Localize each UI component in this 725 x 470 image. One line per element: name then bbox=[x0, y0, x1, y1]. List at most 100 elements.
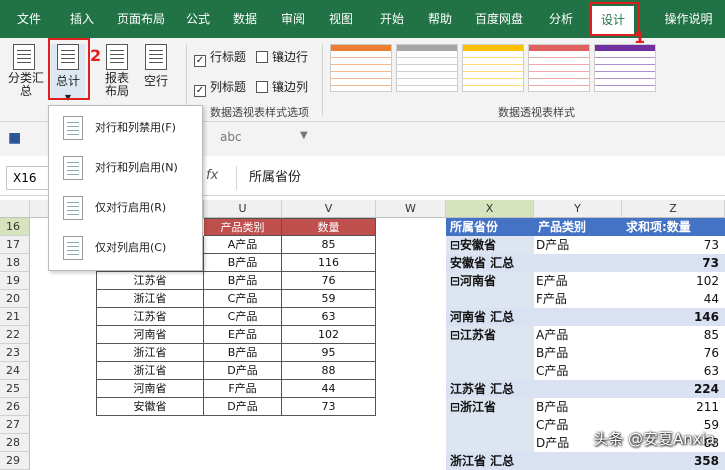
menu-item-0[interactable]: 对行和列禁用(F) bbox=[55, 112, 199, 144]
tab-5[interactable]: 审阅 bbox=[272, 0, 314, 38]
table-cell[interactable]: 116 bbox=[282, 254, 376, 272]
pivot-category[interactable]: A产品 bbox=[534, 326, 622, 344]
pivot-value[interactable]: 73 bbox=[622, 254, 725, 272]
table-cell[interactable]: 59 bbox=[282, 290, 376, 308]
table-cell[interactable]: 102 bbox=[282, 326, 376, 344]
pivot-category[interactable]: E产品 bbox=[534, 272, 622, 290]
pivot-subtotal-label[interactable]: 江苏省 汇总 bbox=[446, 380, 534, 398]
pivot-category[interactable]: C产品 bbox=[534, 362, 622, 380]
pivot-value[interactable]: 63 bbox=[622, 362, 725, 380]
pivot-category[interactable] bbox=[534, 308, 622, 326]
pivot-row-label[interactable]: ⊟安徽省 bbox=[446, 236, 534, 254]
row-header[interactable]: 25 bbox=[0, 380, 30, 398]
col-header-v[interactable]: V bbox=[282, 200, 376, 218]
table-cell[interactable]: B产品 bbox=[204, 254, 282, 272]
pivot-value[interactable]: 76 bbox=[622, 344, 725, 362]
table-cell[interactable]: 85 bbox=[282, 236, 376, 254]
table-cell[interactable]: 河南省 bbox=[96, 380, 204, 398]
tell-me-search[interactable]: 操作说明 bbox=[652, 0, 725, 38]
table-cell[interactable]: 44 bbox=[282, 380, 376, 398]
pivot-style-swatch[interactable] bbox=[396, 44, 458, 92]
tab-1[interactable]: 插入 bbox=[60, 0, 104, 38]
tab-3[interactable]: 公式 bbox=[178, 0, 218, 38]
row-header[interactable]: 19 bbox=[0, 272, 30, 290]
tab-9[interactable]: 百度网盘 bbox=[466, 0, 532, 38]
pivot-style-swatch[interactable] bbox=[462, 44, 524, 92]
table-cell[interactable]: 浙江省 bbox=[96, 290, 204, 308]
row-headers-checkbox[interactable]: ✓ 行标题 bbox=[194, 48, 246, 67]
pivot-row-label[interactable]: ⊟河南省 bbox=[446, 272, 534, 290]
menu-item-1[interactable]: 对行和列启用(N) bbox=[55, 152, 199, 184]
pivot-style-swatch[interactable] bbox=[330, 44, 392, 92]
pivot-row-label[interactable]: ⊟江苏省 bbox=[446, 326, 534, 344]
pivot-row-label[interactable] bbox=[446, 434, 534, 452]
col-headers-checkbox[interactable]: ✓ 列标题 bbox=[194, 78, 246, 97]
table-cell[interactable]: 73 bbox=[282, 398, 376, 416]
pivot-header[interactable]: 求和项:数量 bbox=[622, 218, 725, 236]
pivot-subtotal-label[interactable]: 河南省 汇总 bbox=[446, 308, 534, 326]
pivot-value[interactable]: 358 bbox=[622, 452, 725, 470]
table-cell[interactable]: C产品 bbox=[204, 308, 282, 326]
menu-item-2[interactable]: 仅对行启用(R) bbox=[55, 192, 199, 224]
blank-rows-button[interactable]: 空行 bbox=[140, 44, 172, 89]
table-cell[interactable]: 河南省 bbox=[96, 326, 204, 344]
row-header[interactable]: 22 bbox=[0, 326, 30, 344]
row-header[interactable]: 21 bbox=[0, 308, 30, 326]
col-header-w[interactable]: W bbox=[376, 200, 446, 218]
formula-input[interactable]: 所属省份 bbox=[236, 166, 716, 190]
pivot-subtotal-label[interactable]: 浙江省 汇总 bbox=[446, 452, 534, 470]
tab-6[interactable]: 视图 bbox=[320, 0, 362, 38]
table-cell[interactable]: D产品 bbox=[204, 362, 282, 380]
pivot-category[interactable]: B产品 bbox=[534, 344, 622, 362]
pivot-value[interactable]: 44 bbox=[622, 290, 725, 308]
pivot-row-label[interactable] bbox=[446, 416, 534, 434]
table-cell[interactable]: F产品 bbox=[204, 380, 282, 398]
pivot-header[interactable]: 所属省份 bbox=[446, 218, 534, 236]
table-cell[interactable]: D产品 bbox=[204, 398, 282, 416]
row-header[interactable]: 27 bbox=[0, 416, 30, 434]
pivot-value[interactable]: 85 bbox=[622, 326, 725, 344]
corner-cell[interactable] bbox=[0, 200, 30, 218]
col-header-x[interactable]: X bbox=[446, 200, 534, 218]
pivot-row-label[interactable] bbox=[446, 362, 534, 380]
tab-8[interactable]: 帮助 bbox=[420, 0, 460, 38]
banded-cols-checkbox[interactable]: 镶边列 bbox=[256, 78, 308, 95]
tab-2[interactable]: 页面布局 bbox=[110, 0, 172, 38]
table-cell[interactable]: 安徽省 bbox=[96, 398, 204, 416]
table-cell[interactable]: 江苏省 bbox=[96, 308, 204, 326]
table-cell[interactable]: B产品 bbox=[204, 272, 282, 290]
table-header[interactable]: 数量 bbox=[282, 218, 376, 236]
row-header[interactable]: 23 bbox=[0, 344, 30, 362]
tab-0[interactable]: 文件 bbox=[4, 0, 54, 38]
row-header[interactable]: 18 bbox=[0, 254, 30, 272]
pivot-style-swatch[interactable] bbox=[528, 44, 590, 92]
pivot-category[interactable] bbox=[534, 452, 622, 470]
qat-dropdown-icon[interactable]: ▼ bbox=[300, 130, 308, 141]
tab-4[interactable]: 数据 bbox=[224, 0, 266, 38]
pivot-category[interactable]: D产品 bbox=[534, 236, 622, 254]
pivot-row-label[interactable] bbox=[446, 344, 534, 362]
pivot-value[interactable]: 73 bbox=[622, 236, 725, 254]
pivot-style-swatch[interactable] bbox=[594, 44, 656, 92]
table-cell[interactable]: 63 bbox=[282, 308, 376, 326]
pivot-row-label[interactable] bbox=[446, 290, 534, 308]
pivot-category[interactable]: B产品 bbox=[534, 398, 622, 416]
table-cell[interactable]: E产品 bbox=[204, 326, 282, 344]
fx-icon[interactable]: fx bbox=[206, 168, 218, 183]
sort-icon[interactable]: abc bbox=[220, 130, 242, 144]
table-cell[interactable]: 浙江省 bbox=[96, 344, 204, 362]
pivot-value[interactable]: 146 bbox=[622, 308, 725, 326]
pivot-category[interactable]: F产品 bbox=[534, 290, 622, 308]
subtotal-button[interactable]: 分类汇总 bbox=[6, 44, 44, 98]
row-header[interactable]: 29 bbox=[0, 452, 30, 470]
pivot-category[interactable] bbox=[534, 380, 622, 398]
pivot-row-label[interactable]: ⊟浙江省 bbox=[446, 398, 534, 416]
table-cell[interactable]: C产品 bbox=[204, 290, 282, 308]
pivot-subtotal-label[interactable]: 安徽省 汇总 bbox=[446, 254, 534, 272]
row-header[interactable]: 28 bbox=[0, 434, 30, 452]
row-header[interactable]: 24 bbox=[0, 362, 30, 380]
menu-item-3[interactable]: 仅对列启用(C) bbox=[55, 232, 199, 264]
pivot-value[interactable]: 102 bbox=[622, 272, 725, 290]
table-cell[interactable]: 88 bbox=[282, 362, 376, 380]
table-cell[interactable]: 江苏省 bbox=[96, 272, 204, 290]
